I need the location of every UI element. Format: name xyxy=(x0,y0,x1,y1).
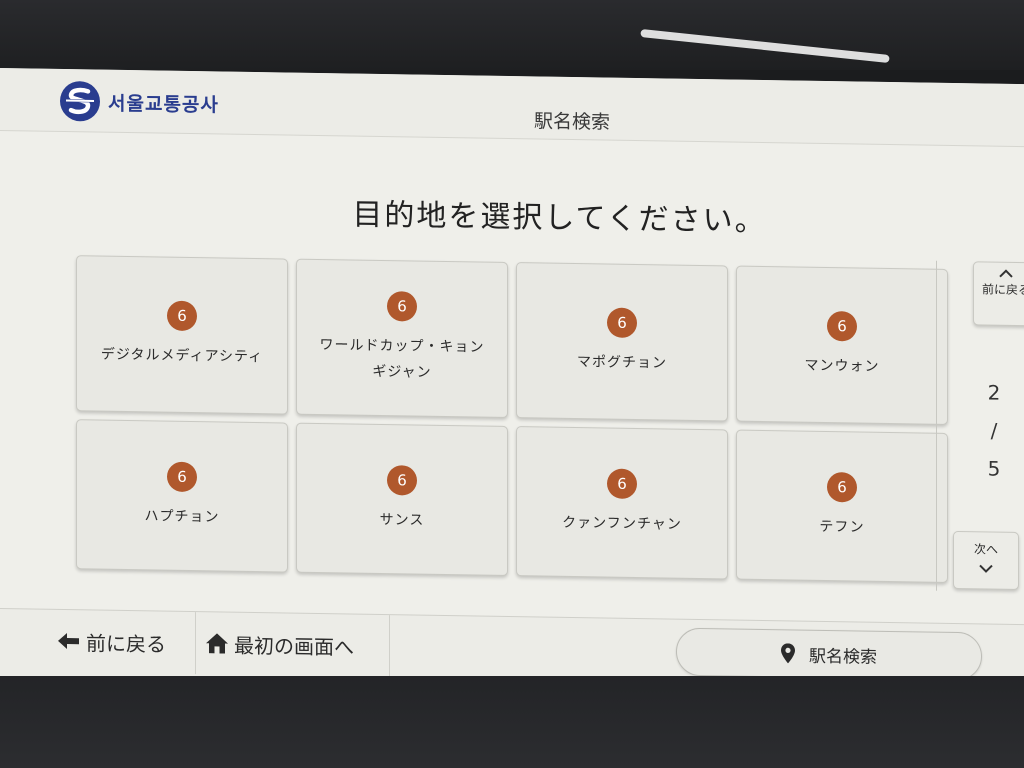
line-6-badge: 6 xyxy=(827,310,857,342)
chevron-up-icon xyxy=(999,269,1013,278)
page-separator: / xyxy=(990,418,998,443)
header: 서울교통공사 駅名検索 xyxy=(0,68,1024,148)
line-6-badge: 6 xyxy=(607,307,637,339)
prev-page-label: 前に戻る xyxy=(981,282,1024,298)
station-name: テフン xyxy=(819,518,865,536)
line-6-badge: 6 xyxy=(167,461,197,493)
home-icon xyxy=(206,633,228,654)
station-card[interactable]: 6 デジタルメディアシティ xyxy=(76,255,288,415)
station-name: マポグチョン xyxy=(577,354,667,372)
total-pages: 5 xyxy=(987,456,1001,481)
station-card[interactable]: 6 マンウォン xyxy=(736,265,948,425)
pagination: 前に戻る 2 / 5 次へ xyxy=(936,260,1024,593)
station-name: マンウォン xyxy=(804,357,880,375)
station-name: デジタルメディアシティ xyxy=(100,346,264,366)
station-name: ワールドカップ・キョンギジャン xyxy=(319,337,485,381)
line-6-badge: 6 xyxy=(167,300,197,332)
map-pin-icon xyxy=(781,643,795,664)
page-indicator: 2 / 5 xyxy=(981,373,1007,487)
next-page-button[interactable]: 次へ xyxy=(953,530,1019,591)
instruction-text: 目的地を選択してください。 xyxy=(352,197,767,240)
station-card[interactable]: 6 マポグチョン xyxy=(516,262,728,422)
header-title: 駅名検索 xyxy=(533,110,610,134)
station-card[interactable]: 6 ハプチョン xyxy=(76,419,288,573)
home-label: 最初の画面へ xyxy=(234,633,354,660)
back-button[interactable]: 前に戻る xyxy=(40,609,196,675)
station-grid: 6 デジタルメディアシティ 6 ワールドカップ・キョンギジャン 6 マポグチョン… xyxy=(76,255,948,583)
line-6-badge: 6 xyxy=(607,468,637,500)
station-card[interactable]: 6 テフン xyxy=(736,429,948,583)
station-card[interactable]: 6 クァンフンチャン xyxy=(516,426,728,580)
station-card[interactable]: 6 ワールドカップ・キョンギジャン xyxy=(296,258,508,418)
monitor-bezel-top xyxy=(0,0,1024,108)
station-name: サンス xyxy=(379,511,425,529)
station-name: クァンフンチャン xyxy=(562,514,682,533)
chevron-down-icon xyxy=(979,564,993,573)
line-6-badge: 6 xyxy=(387,291,417,322)
station-name: ハプチョン xyxy=(144,508,220,526)
current-page: 2 xyxy=(987,380,1001,405)
station-card[interactable]: 6 サンス xyxy=(296,422,508,576)
next-page-label: 次へ xyxy=(973,542,998,557)
prev-page-button[interactable]: 前に戻る xyxy=(973,261,1024,327)
monitor-bezel-bottom xyxy=(0,676,1024,768)
arrow-left-icon xyxy=(58,633,79,650)
kiosk-screen: 서울교통공사 駅名検索 目的地を選択してください。 6 デジタルメディアシティ … xyxy=(0,68,1024,693)
line-6-badge: 6 xyxy=(387,465,417,496)
home-button[interactable]: 最初の画面へ xyxy=(196,612,390,678)
ceiling-light-reflection xyxy=(640,28,890,64)
station-search-button[interactable]: 駅名検索 xyxy=(676,627,982,681)
line-6-badge: 6 xyxy=(827,471,857,503)
back-label: 前に戻る xyxy=(86,630,166,657)
station-search-label: 駅名検索 xyxy=(809,646,877,668)
